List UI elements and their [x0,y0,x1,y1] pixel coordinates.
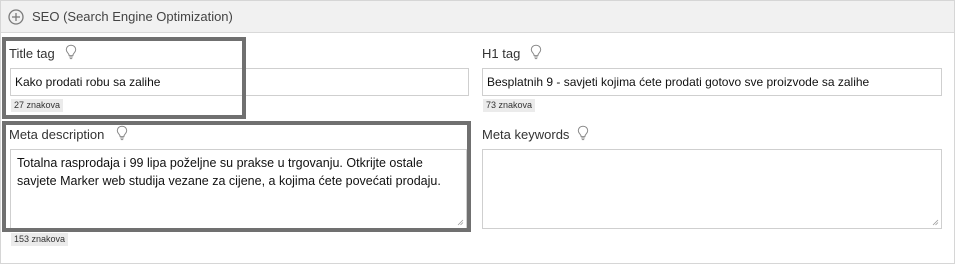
h1-tag-label: H1 tag [482,46,521,61]
meta-description-char-count: 153 znakova [11,233,69,246]
plus-circle-icon[interactable] [8,9,24,25]
title-tag-highlight-box [2,37,246,119]
seo-section-header[interactable]: SEO (Search Engine Optimization) [1,1,954,33]
seo-section-title: SEO (Search Engine Optimization) [32,9,233,24]
resize-handle-icon[interactable] [932,219,939,226]
h1-tag-input[interactable]: Besplatnih 9 - savjeti kojima ćete proda… [482,68,942,96]
meta-keywords-textarea[interactable] [482,149,942,229]
lightbulb-icon[interactable] [530,44,542,60]
h1-tag-char-count: 73 znakova [483,99,536,112]
lightbulb-icon[interactable] [577,125,589,141]
meta-keywords-label: Meta keywords [482,127,570,142]
meta-description-highlight-box [2,121,471,232]
